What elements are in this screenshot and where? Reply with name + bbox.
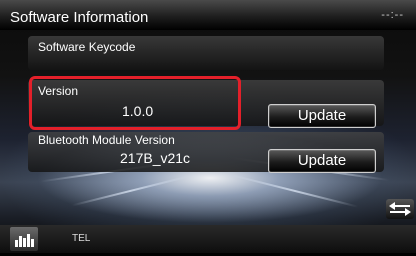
version-highlight-box (29, 76, 241, 130)
equalizer-icon (15, 234, 34, 247)
clock: --:-- (381, 9, 404, 21)
title-bar: Software Information --:-- (0, 0, 416, 30)
light-streak (231, 174, 359, 208)
page-title: Software Information (10, 9, 149, 26)
tel-label[interactable]: TEL (72, 233, 90, 244)
light-streak (71, 175, 189, 207)
version-update-button[interactable]: Update (268, 104, 376, 128)
bluetooth-module-version-label: Bluetooth Module Version (38, 133, 175, 147)
back-button[interactable] (386, 199, 414, 219)
equalizer-button[interactable] (10, 227, 38, 251)
software-keycode-label: Software Keycode (38, 40, 136, 54)
bluetooth-module-version-value: 217B_v21c (120, 150, 191, 166)
bluetooth-update-button[interactable]: Update (268, 149, 376, 173)
software-keycode-panel: Software Keycode (28, 36, 384, 70)
bottom-bar: TEL (0, 225, 416, 253)
return-arrow-icon (389, 202, 411, 216)
